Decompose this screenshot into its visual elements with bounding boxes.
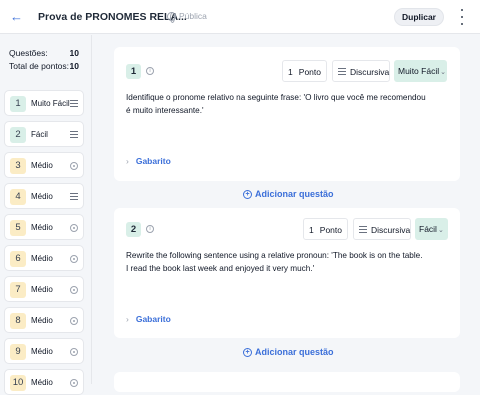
sidebar-question-number: 5 xyxy=(10,220,26,236)
sidebar-question-number: 7 xyxy=(10,282,26,298)
total-points-label: Total de pontos: xyxy=(9,61,70,71)
text-lines-icon xyxy=(359,226,367,233)
radio-icon xyxy=(70,286,78,294)
add-question-label: Adicionar questão xyxy=(255,189,334,199)
add-question-label: Adicionar questão xyxy=(255,347,334,357)
arrow-left-icon[interactable]: ← xyxy=(10,10,24,24)
text-lines-icon xyxy=(70,100,78,107)
difficulty-select[interactable]: Muito Fácil⌄ xyxy=(394,60,447,82)
question-type-label: Discursiva xyxy=(371,225,411,235)
answer-key-label: Gabarito xyxy=(135,156,171,166)
radio-icon xyxy=(70,162,78,170)
radio-icon xyxy=(70,317,78,325)
sidebar-question-item[interactable]: 9 Médio xyxy=(4,338,84,364)
sidebar-question-item[interactable]: 3 Médio xyxy=(4,152,84,178)
sidebar-question-difficulty: Médio xyxy=(31,316,53,325)
sidebar-question-number: 8 xyxy=(10,313,26,329)
answer-key-toggle[interactable]: › Gabarito xyxy=(126,314,171,324)
difficulty-label: Muito Fácil xyxy=(398,66,440,76)
sidebar-question-difficulty: Muito Fácil xyxy=(31,99,70,108)
points-field[interactable]: 1 Ponto xyxy=(303,218,348,240)
answer-key-label: Gabarito xyxy=(135,314,171,324)
sidebar-question-difficulty: Médio xyxy=(31,347,53,356)
sidebar: Questões: 10 Total de pontos: 10 1 Muito … xyxy=(0,35,92,395)
question-card-2: 2 i 1 Ponto Discursiva Fácil⌄ Rewrite th… xyxy=(114,208,460,338)
question-card-next xyxy=(114,372,460,392)
total-points-value: 10 xyxy=(69,61,79,71)
question-text[interactable]: Rewrite the following sentence using a r… xyxy=(126,249,426,275)
plus-circle-icon: + xyxy=(243,189,252,199)
radio-icon xyxy=(70,348,78,356)
question-number-badge: 2 xyxy=(126,222,141,237)
top-bar: ← Prova de PRONOMES RELA... Pública Dupl… xyxy=(0,0,480,34)
text-lines-icon xyxy=(70,193,78,200)
questions-count-label: Questões: xyxy=(9,48,48,58)
chevron-right-icon: › xyxy=(126,156,129,166)
visibility-status: Pública xyxy=(167,11,207,23)
answer-key-toggle[interactable]: › Gabarito xyxy=(126,156,171,166)
text-lines-icon xyxy=(70,131,78,138)
sidebar-question-number: 3 xyxy=(10,158,26,174)
sidebar-question-item[interactable]: 10 Médio xyxy=(4,369,84,395)
sidebar-question-number: 4 xyxy=(10,189,26,205)
sidebar-question-item[interactable]: 5 Médio xyxy=(4,214,84,240)
question-text[interactable]: Identifique o pronome relativo na seguin… xyxy=(126,91,426,117)
kebab-menu-icon[interactable] xyxy=(459,9,465,25)
chevron-right-icon: › xyxy=(126,314,129,324)
sidebar-question-number: 10 xyxy=(10,375,26,391)
radio-icon xyxy=(70,224,78,232)
chevron-down-icon: ⌄ xyxy=(437,227,444,234)
radio-icon xyxy=(70,255,78,263)
visibility-label: Pública xyxy=(179,11,207,21)
add-question-button[interactable]: + Adicionar questão xyxy=(243,347,334,357)
question-type-label: Discursiva xyxy=(350,67,390,77)
sidebar-question-item[interactable]: 1 Muito Fácil xyxy=(4,90,84,116)
points-unit: Ponto xyxy=(298,67,321,77)
points-field[interactable]: 1 Ponto xyxy=(282,60,327,82)
info-icon[interactable]: i xyxy=(146,225,154,233)
questions-count-value: 10 xyxy=(69,48,79,58)
sidebar-question-difficulty: Fácil xyxy=(31,130,48,139)
sidebar-question-difficulty: Médio xyxy=(31,285,53,294)
question-type-select[interactable]: Discursiva xyxy=(332,60,390,82)
sidebar-question-number: 9 xyxy=(10,344,26,360)
info-icon[interactable]: i xyxy=(146,67,154,75)
add-question-button[interactable]: + Adicionar questão xyxy=(243,189,334,199)
sidebar-question-item[interactable]: 7 Médio xyxy=(4,276,84,302)
sidebar-question-item[interactable]: 2 Fácil xyxy=(4,121,84,147)
points-unit: Ponto xyxy=(319,225,342,235)
globe-icon xyxy=(167,11,176,23)
sidebar-question-difficulty: Médio xyxy=(31,378,53,387)
sidebar-question-difficulty: Médio xyxy=(31,161,53,170)
sidebar-question-difficulty: Médio xyxy=(31,254,53,263)
question-type-select[interactable]: Discursiva xyxy=(353,218,411,240)
sidebar-question-number: 6 xyxy=(10,251,26,267)
sidebar-question-number: 2 xyxy=(10,127,26,143)
duplicate-button[interactable]: Duplicar xyxy=(394,8,444,26)
points-value: 1 xyxy=(288,67,293,77)
page-title: Prova de PRONOMES RELA... xyxy=(38,11,187,23)
text-lines-icon xyxy=(338,68,346,75)
question-card-1: 1 i 1 Ponto Discursiva Muito Fácil⌄ Iden… xyxy=(114,47,460,181)
sidebar-question-item[interactable]: 6 Médio xyxy=(4,245,84,271)
sidebar-question-item[interactable]: 8 Médio xyxy=(4,307,84,333)
plus-circle-icon: + xyxy=(243,347,252,357)
sidebar-question-difficulty: Médio xyxy=(31,223,53,232)
sidebar-question-difficulty: Médio xyxy=(31,192,53,201)
chevron-down-icon: ⌄ xyxy=(440,69,446,76)
difficulty-label: Fácil xyxy=(419,224,437,234)
radio-icon xyxy=(70,379,78,387)
sidebar-question-number: 1 xyxy=(10,96,26,112)
difficulty-select[interactable]: Fácil⌄ xyxy=(415,218,448,240)
points-value: 1 xyxy=(309,225,314,235)
sidebar-question-item[interactable]: 4 Médio xyxy=(4,183,84,209)
question-number-badge: 1 xyxy=(126,64,141,79)
